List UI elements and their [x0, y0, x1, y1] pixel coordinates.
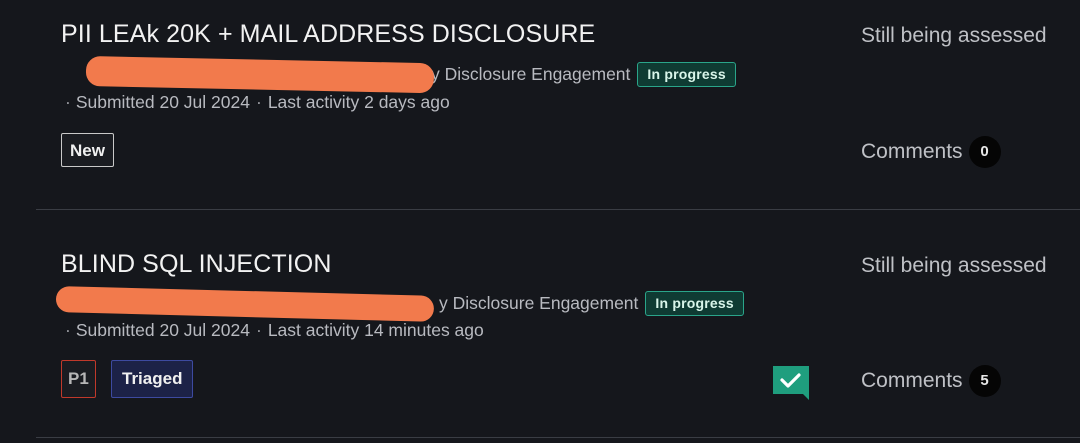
- submitted-date: Submitted 20 Jul 2024: [75, 320, 250, 340]
- redaction-mark: [85, 56, 435, 94]
- divider: [36, 437, 1080, 438]
- engagement-name[interactable]: y Disclosure Engagement: [431, 64, 630, 85]
- assessment-status: Still being assessed: [861, 24, 1047, 47]
- separator: ·: [65, 92, 71, 112]
- report-row[interactable]: BLIND SQL INJECTION y Disclosure Engagem…: [0, 210, 1080, 438]
- separator: ·: [255, 320, 262, 340]
- status-badge: In progress: [637, 62, 736, 87]
- engagement-name[interactable]: y Disclosure Engagement: [439, 293, 638, 314]
- report-dates: · Submitted 20 Jul 2024 · Last activity 2 d…: [65, 92, 450, 113]
- submitted-date: Submitted 20 Jul 2024: [75, 92, 250, 112]
- comments-link[interactable]: Comments 0: [861, 136, 1001, 168]
- tag-triaged: Triaged: [111, 360, 194, 398]
- report-row[interactable]: PII LEAk 20K + MAIL ADDRESS DISCLOSURE y…: [0, 0, 1080, 210]
- comments-label: Comments: [861, 369, 963, 392]
- last-activity: Last activity 2 days ago: [267, 92, 450, 112]
- separator: ·: [65, 320, 71, 340]
- report-title[interactable]: BLIND SQL INJECTION: [61, 250, 331, 279]
- chat-check-icon[interactable]: [773, 366, 809, 405]
- tag-priority: P1: [61, 360, 96, 398]
- report-dates: · Submitted 20 Jul 2024 · Last activity 14 …: [65, 320, 484, 341]
- comments-link[interactable]: Comments 5: [861, 365, 1001, 397]
- last-activity: Last activity 14 minutes ago: [267, 320, 484, 340]
- status-badge: In progress: [645, 291, 744, 316]
- tag-new: New: [61, 133, 114, 167]
- comments-count: 0: [968, 136, 1001, 168]
- comments-label: Comments: [861, 140, 963, 163]
- report-title[interactable]: PII LEAk 20K + MAIL ADDRESS DISCLOSURE: [61, 20, 595, 49]
- comments-count: 5: [968, 365, 1001, 397]
- assessment-status: Still being assessed: [861, 254, 1047, 277]
- separator: ·: [255, 92, 262, 112]
